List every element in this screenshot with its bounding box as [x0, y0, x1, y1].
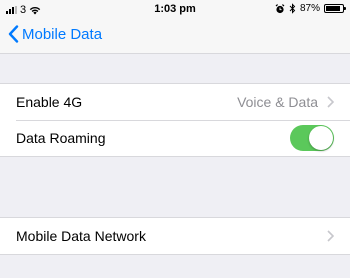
- alarm-clock-icon: [275, 3, 285, 13]
- battery-percent: 87%: [299, 3, 320, 14]
- status-right: 87%: [275, 3, 346, 14]
- chevron-right-icon: [327, 96, 334, 108]
- cellular-options-group: Enable 4G Voice & Data Data Roaming: [0, 83, 350, 157]
- data-roaming-label: Data Roaming: [16, 130, 106, 146]
- battery-level-fill: [326, 6, 340, 11]
- chevron-right-icon: [327, 230, 334, 242]
- data-roaming-toggle[interactable]: [290, 125, 334, 151]
- data-roaming-row: Data Roaming: [0, 120, 350, 156]
- enable-4g-value: Voice & Data: [237, 94, 318, 110]
- back-button[interactable]: Mobile Data: [8, 25, 102, 43]
- status-bar: 3 1:03 pm 87%: [0, 0, 350, 20]
- mobile-data-network-label: Mobile Data Network: [16, 228, 146, 244]
- battery-icon: [324, 4, 346, 13]
- back-button-label: Mobile Data: [22, 25, 103, 43]
- bluetooth-icon: [289, 3, 296, 14]
- enable-4g-label: Enable 4G: [16, 94, 83, 110]
- enable-4g-row[interactable]: Enable 4G Voice & Data: [0, 84, 350, 120]
- navigation-bar: Mobile Data: [0, 20, 350, 54]
- mobile-data-network-row[interactable]: Mobile Data Network: [0, 218, 350, 254]
- network-group: Mobile Data Network: [0, 217, 350, 255]
- chevron-left-icon: [8, 25, 19, 43]
- toggle-knob: [309, 126, 333, 150]
